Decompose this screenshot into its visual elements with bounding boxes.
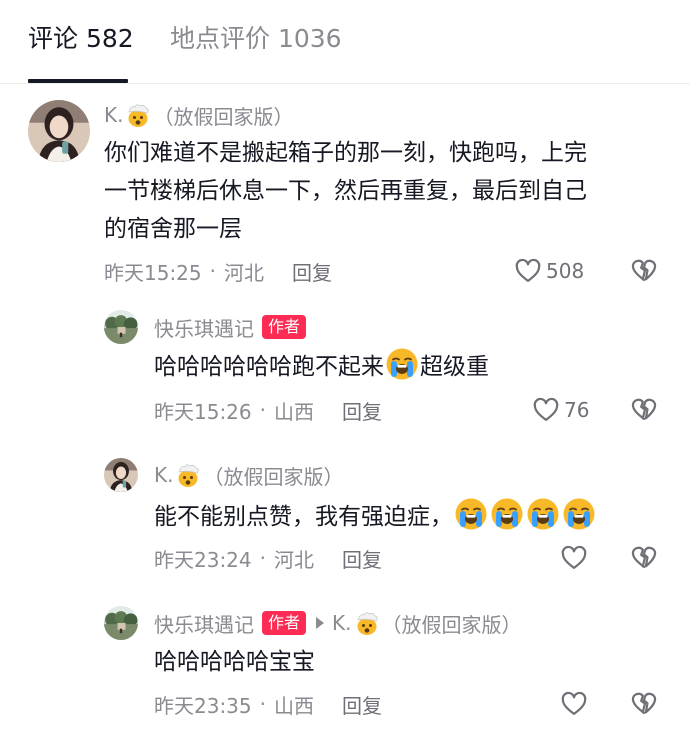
comment-text: 哈哈哈哈哈宝宝 (154, 643, 674, 681)
avatar[interactable] (104, 458, 138, 492)
dislike-button[interactable] (630, 395, 660, 425)
comment-text-part: 超级重 (420, 354, 489, 380)
like-count: 76 (564, 398, 590, 422)
comment-location: 河北 (274, 547, 314, 572)
comment-author[interactable]: K. （放假回家版） (154, 460, 343, 490)
comment-time: 昨天23:24 (154, 547, 252, 572)
avatar[interactable] (28, 100, 90, 162)
broken-heart-icon (630, 395, 658, 423)
exploding-head-emoji-icon (175, 462, 201, 488)
heart-outline-icon (532, 396, 560, 424)
like-button[interactable]: 76 (532, 395, 589, 425)
comment-time: 昨天15:26 (154, 399, 252, 424)
comment-text-line: 一节楼梯后休息一下，然后再重复，最后到自己 (104, 178, 587, 204)
comment-location: 河北 (224, 260, 264, 285)
comment-text: 你们难道不是搬起箱子的那一刻，快跑吗，上完 一节楼梯后休息一下，然后再重复，最后… (104, 134, 674, 248)
heart-outline-icon (560, 544, 588, 572)
author-badge: 作者 (262, 315, 307, 339)
comment-author[interactable]: 快乐琪遇记 作者 (154, 312, 307, 342)
broken-heart-icon (630, 689, 658, 717)
comment-text-part: 哈哈哈哈哈宝宝 (154, 649, 315, 675)
loudly-crying-face-emoji-icon (454, 497, 488, 531)
dislike-button[interactable] (630, 256, 660, 286)
comment-text-line: 的宿舍那一层 (104, 216, 242, 242)
reply-button[interactable]: 回复 (342, 396, 382, 425)
author-name-suffix: （放假回家版） (203, 464, 344, 489)
comment-author[interactable]: 快乐琪遇记 作者 K. （放假回家版） (154, 608, 522, 638)
meta-separator: · (259, 398, 266, 422)
comment-meta: 昨天15:25 · 河北 回复 (104, 256, 332, 286)
author-name: 快乐琪遇记 (154, 612, 254, 637)
heart-outline-icon (514, 257, 542, 285)
triangle-right-icon (316, 617, 325, 629)
meta-separator: · (259, 692, 266, 716)
loudly-crying-face-emoji-icon (490, 497, 524, 531)
reply-button[interactable]: 回复 (342, 544, 382, 573)
comment-time: 昨天23:35 (154, 693, 252, 718)
meta-separator: · (209, 259, 216, 283)
author-name-suffix: （放假回家版） (153, 104, 294, 129)
tabs-divider (0, 83, 690, 84)
comment-location: 山西 (274, 399, 314, 424)
reply-to-name[interactable]: K. (332, 611, 351, 635)
comment-meta: 昨天15:26 · 山西 回复 (154, 395, 382, 425)
comment-text: 能不能别点赞，我有强迫症， (154, 497, 674, 536)
comment-tabs: 评论 582 地点评价 1036 (0, 0, 690, 84)
heart-outline-icon (560, 690, 588, 718)
comment-text-part: 能不能别点赞，我有强迫症， (154, 504, 453, 530)
author-badge: 作者 (262, 611, 307, 635)
dislike-button[interactable] (630, 543, 660, 573)
exploding-head-emoji-icon (125, 102, 151, 128)
like-button[interactable] (560, 689, 588, 719)
author-name: 快乐琪遇记 (154, 316, 254, 341)
broken-heart-icon (630, 543, 658, 571)
comment-location: 山西 (274, 693, 314, 718)
loudly-crying-face-emoji-icon (526, 497, 560, 531)
like-button[interactable]: 508 (514, 256, 584, 286)
author-name: K. (154, 463, 174, 487)
comment-time: 昨天15:25 (104, 260, 202, 285)
reply-to-name-suffix: （放假回家版） (381, 612, 522, 637)
reply-button[interactable]: 回复 (292, 257, 332, 286)
broken-heart-icon (630, 256, 658, 284)
comment-meta: 昨天23:35 · 山西 回复 (154, 689, 382, 719)
avatar[interactable] (104, 310, 138, 344)
comment-author[interactable]: K. （放假回家版） (104, 100, 293, 130)
like-count: 508 (546, 259, 585, 283)
dislike-button[interactable] (630, 689, 660, 719)
avatar[interactable] (104, 606, 138, 640)
reply-button[interactable]: 回复 (342, 690, 382, 719)
tab-location-reviews[interactable]: 地点评价 1036 (170, 22, 342, 56)
author-name: K. (104, 103, 124, 127)
exploding-head-emoji-icon (354, 610, 380, 636)
loudly-crying-face-emoji-icon (562, 497, 596, 531)
tab-comments[interactable]: 评论 582 (28, 22, 134, 56)
comment-text-part: 哈哈哈哈哈哈跑不起来 (154, 354, 384, 380)
meta-separator: · (259, 546, 266, 570)
comment-text: 哈哈哈哈哈哈跑不起来 超级重 (154, 347, 674, 386)
loudly-crying-face-emoji-icon (385, 347, 419, 381)
comment-meta: 昨天23:24 · 河北 回复 (154, 543, 382, 573)
comment-text-line: 你们难道不是搬起箱子的那一刻，快跑吗，上完 (104, 140, 587, 166)
like-button[interactable] (560, 543, 588, 573)
